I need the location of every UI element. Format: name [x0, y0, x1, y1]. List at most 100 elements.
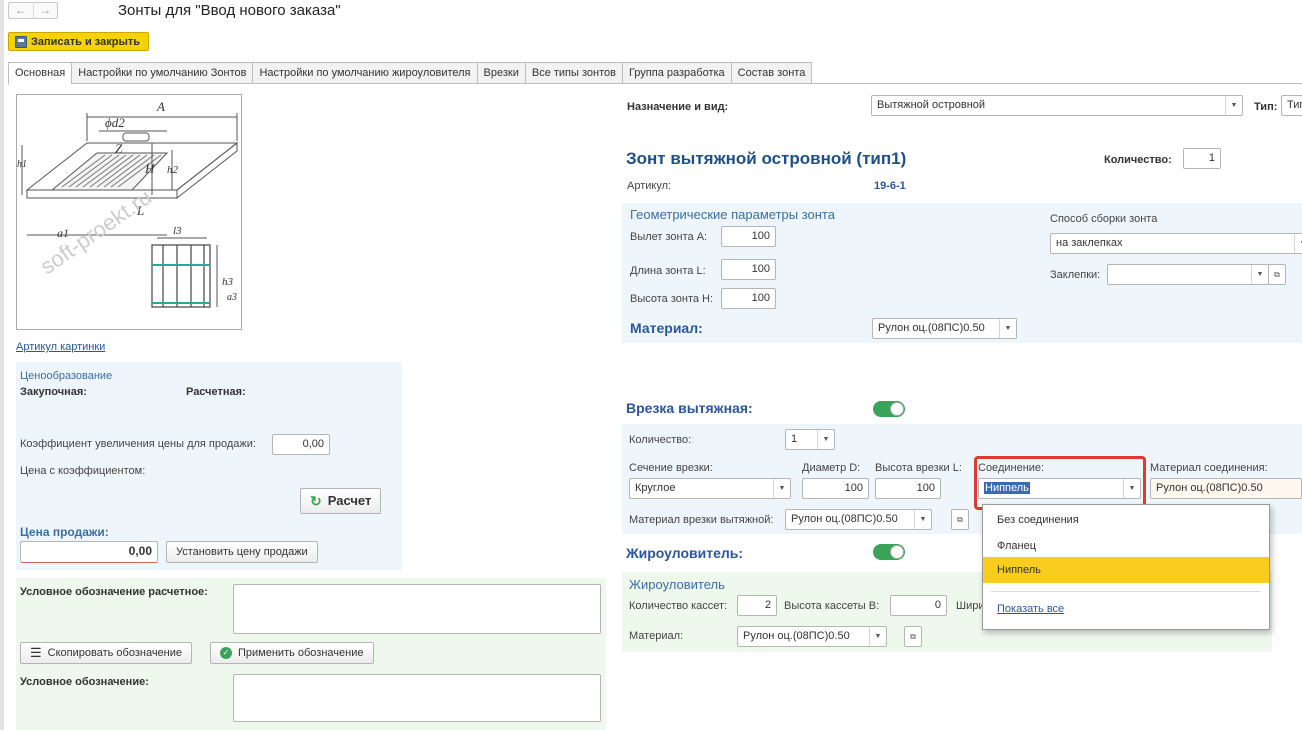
insert-material-select[interactable]: Рулон оц.(08ПС)0.50 ▼ [785, 509, 932, 530]
grease-material-label: Материал: [629, 630, 684, 642]
conn-material-label: Материал соединения: [1150, 462, 1268, 474]
save-close-button[interactable]: Записать и закрыть [8, 32, 150, 51]
pricing-panel: Ценообразование Закупочная: Расчетная: К… [16, 362, 402, 570]
material-select[interactable]: Рулон оц.(08ПС)0.50 ▼ [872, 318, 1017, 339]
geometry-title: Геометрические параметры зонта [630, 207, 835, 222]
material-label: Материал: [630, 320, 703, 336]
insert-material-value: Рулон оц.(08ПС)0.50 [791, 513, 898, 525]
insert-qty-select[interactable]: 1 ▼ [785, 429, 835, 450]
cassettes-label: Количество кассет: [629, 600, 728, 612]
qty-label: Количество: [1104, 154, 1172, 166]
focus-highlight [974, 456, 1146, 510]
grease-subtitle: Жироуловитель [629, 577, 725, 592]
image-article-link[interactable]: Артикул картинки [16, 341, 105, 353]
chevron-down-icon: ▼ [914, 510, 931, 529]
dim-h1-label: h1 [17, 159, 27, 170]
section-value: Круглое [635, 482, 676, 494]
insert-toggle[interactable] [873, 401, 905, 417]
flyout-label: Вылет зонта А: [630, 231, 708, 243]
chevron-down-icon: ▼ [773, 479, 790, 498]
assembly-value: на заклепках [1056, 237, 1123, 249]
assembly-select[interactable]: на заклепках ▼ [1050, 233, 1302, 254]
qty-input[interactable]: 1 [1183, 148, 1221, 169]
rivets-select[interactable]: ▼ [1107, 264, 1269, 285]
insert-qty-value: 1 [791, 433, 798, 445]
calc-designation-field[interactable] [233, 584, 601, 634]
tab-composition[interactable]: Состав зонта [730, 62, 813, 84]
dropdown-item[interactable]: Фланец [983, 533, 1269, 559]
length-input[interactable]: 100 [721, 259, 776, 280]
forward-button[interactable]: → [32, 3, 58, 18]
grease-toggle[interactable] [873, 544, 905, 560]
conn-material-select[interactable]: Рулон оц.(08ПС)0.50 [1150, 478, 1302, 499]
cassettes-input[interactable]: 2 [737, 595, 777, 616]
calc-designation-label: Условное обозначение расчетное: [20, 586, 208, 598]
chevron-down-icon: ▼ [1225, 96, 1242, 115]
copy-designation-label: Скопировать обозначение [47, 647, 183, 659]
tab-inserts[interactable]: Врезки [476, 62, 525, 84]
left-border [0, 0, 4, 730]
height-input[interactable]: 100 [721, 288, 776, 309]
refresh-icon: ↻ [310, 493, 322, 509]
list-icon: ☰ [30, 645, 42, 660]
open-icon[interactable]: ⧉ [1268, 264, 1286, 285]
dropdown-divider [991, 591, 1261, 592]
height-label: Высота зонта H: [630, 293, 714, 305]
apply-designation-button[interactable]: ✓ Применить обозначение [210, 642, 374, 664]
hood-drawing: A ϕd2 Z H h2 h1 L a1 l3 h3 a3 soft-proek… [16, 94, 242, 330]
tab-main[interactable]: Основная [8, 62, 72, 85]
insert-material-label: Материал врезки вытяжной: [629, 514, 774, 526]
tab-hood-defaults[interactable]: Настройки по умолчанию Зонтов [71, 62, 253, 84]
dropdown-item-selected[interactable]: Ниппель [983, 557, 1269, 583]
dim-h3-label: h3 [222, 276, 234, 288]
insert-title: Врезка вытяжная: [626, 400, 753, 416]
tab-bar: Основная Настройки по умолчанию Зонтов Н… [8, 62, 1302, 85]
dim-l3-label: l3 [173, 225, 182, 237]
chevron-down-icon: ▼ [869, 627, 886, 646]
pricing-title: Ценообразование [20, 370, 113, 382]
dim-a-label: A [156, 99, 165, 114]
chevron-down-icon: ▼ [817, 430, 834, 449]
chevron-down-icon: ▼ [1294, 234, 1302, 253]
tab-grease-defaults[interactable]: Настройки по умолчанию жироуловителя [252, 62, 477, 84]
article-label: Артикул: [627, 180, 672, 192]
sale-price-label: Цена продажи: [20, 525, 109, 539]
hood-title: Зонт вытяжной островной (тип1) [626, 149, 907, 168]
copy-designation-button[interactable]: ☰ Скопировать обозначение [20, 642, 193, 664]
diameter-input[interactable]: 100 [802, 478, 869, 499]
purpose-label: Назначение и вид: [627, 101, 729, 113]
article-value: 19-6-1 [874, 180, 906, 192]
tab-dev-group[interactable]: Группа разработка [621, 62, 731, 84]
calc-button[interactable]: ↻ Расчет [300, 488, 382, 514]
coef-input[interactable]: 0,00 [272, 434, 330, 455]
designation-label: Условное обозначение: [20, 676, 149, 688]
dim-d2-label: ϕd2 [105, 115, 125, 130]
check-icon: ✓ [220, 647, 232, 659]
cassette-height-input[interactable]: 0 [890, 595, 947, 616]
grease-material-select[interactable]: Рулон оц.(08ПС)0.50 ▼ [737, 626, 887, 647]
grease-material-value: Рулон оц.(08ПС)0.50 [743, 630, 850, 642]
dropdown-item[interactable]: Без соединения [983, 507, 1269, 533]
set-sale-button[interactable]: Установить цену продажи [166, 541, 318, 563]
grease-title: Жироуловитель: [626, 545, 744, 561]
sale-price-input[interactable]: 0,00 [20, 541, 158, 563]
insert-qty-label: Количество: [629, 434, 692, 446]
tab-all-types[interactable]: Все типы зонтов [524, 62, 622, 84]
type-select[interactable]: Тип [1281, 95, 1302, 116]
designation-field[interactable] [233, 674, 601, 722]
open-icon[interactable]: ⧉ [951, 509, 969, 530]
chevron-down-icon: ▼ [999, 319, 1016, 338]
section-label: Сечение врезки: [629, 462, 713, 474]
connection-dropdown: Без соединения Фланец Ниппель Показать в… [982, 504, 1270, 630]
flyout-input[interactable]: 100 [721, 226, 776, 247]
insert-height-input[interactable]: 100 [875, 478, 941, 499]
back-button[interactable]: ← [9, 3, 33, 18]
show-all-link[interactable]: Показать все [997, 603, 1064, 615]
purchase-label: Закупочная: [20, 386, 87, 398]
purpose-select[interactable]: Вытяжной островной ▼ [871, 95, 1243, 116]
dim-h-label: H [144, 161, 155, 176]
cassette-height-label: Высота кассеты В: [784, 600, 880, 612]
open-icon[interactable]: ⧉ [904, 626, 922, 647]
section-select[interactable]: Круглое ▼ [629, 478, 791, 499]
width-label: Шири [956, 600, 985, 612]
